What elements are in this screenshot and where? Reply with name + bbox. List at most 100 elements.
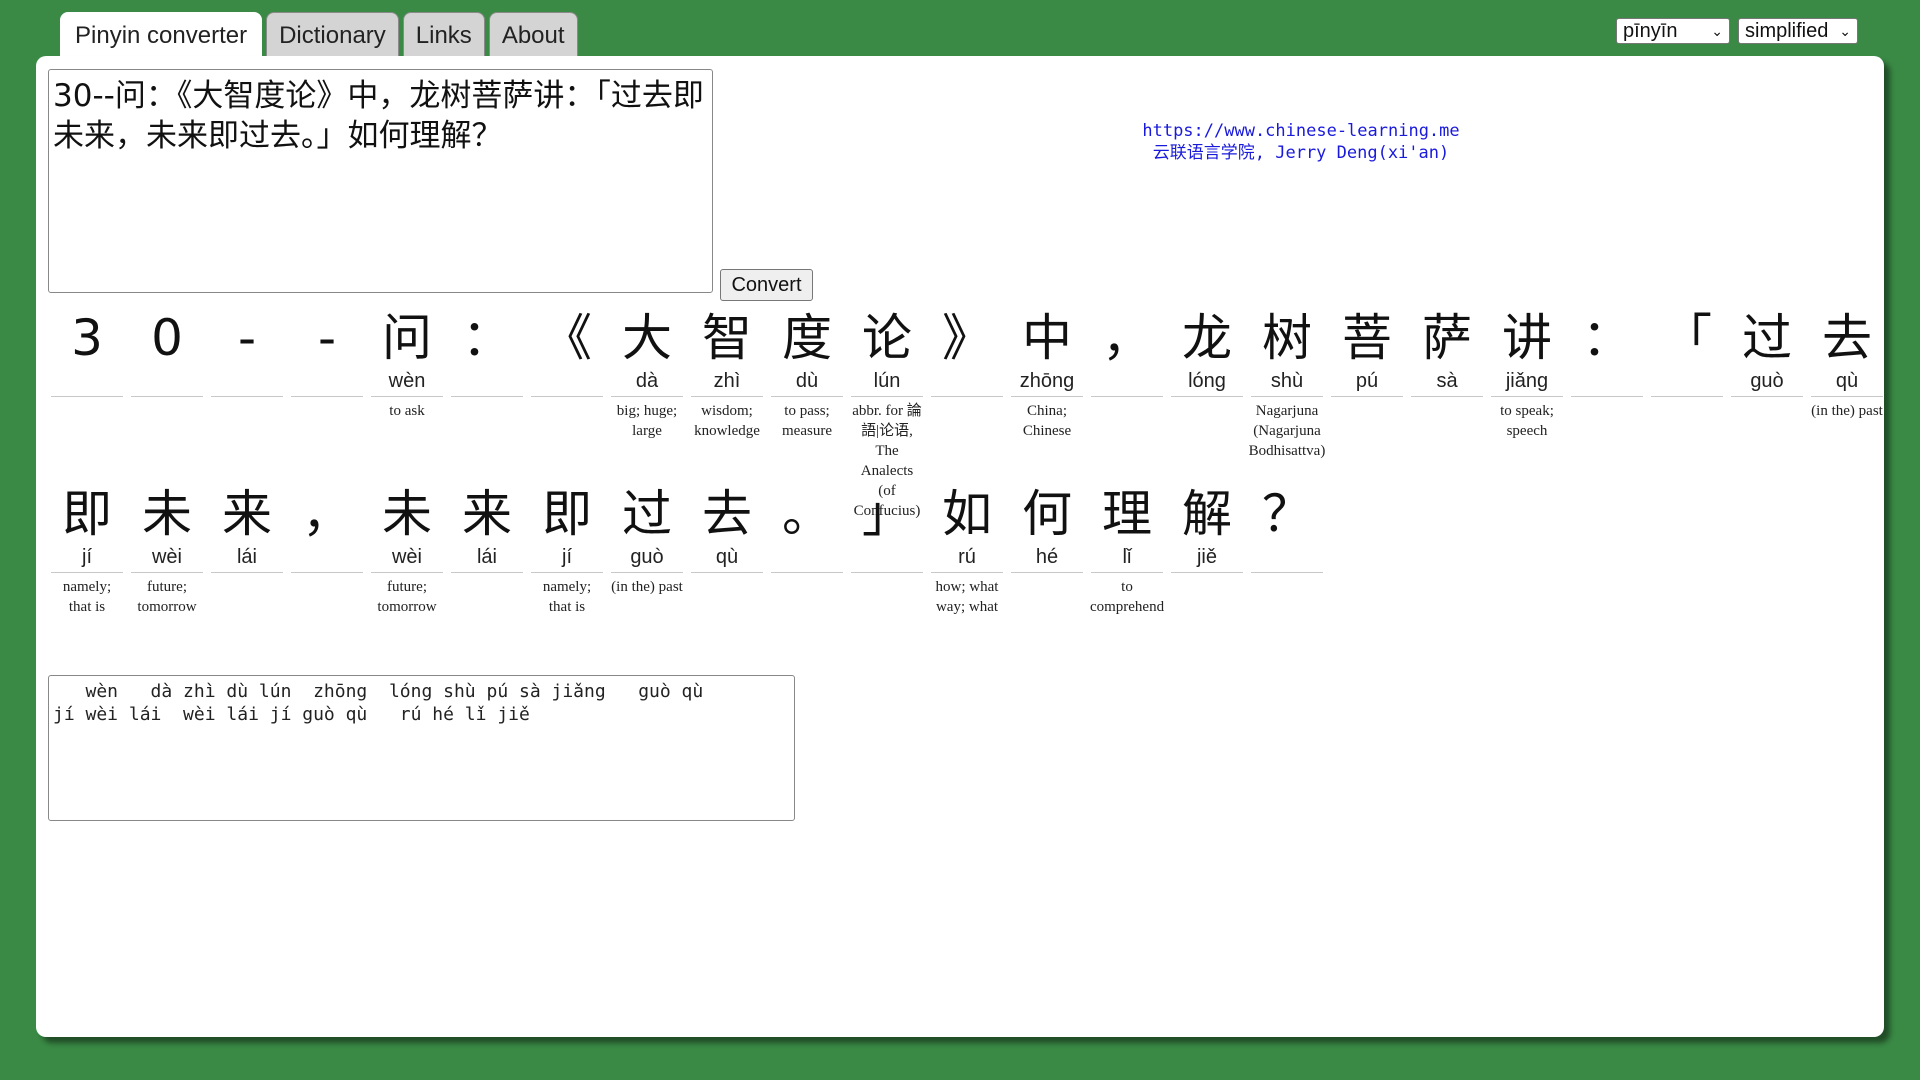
site-url[interactable]: https://www.chinese-learning.me <box>1036 120 1566 142</box>
annotation-row-2: 即 jí namely; that is 未 wèi future; tomorrow 来 l… <box>51 484 1331 617</box>
pinyin: wèn <box>388 370 426 392</box>
hanzi: 如 <box>942 485 992 543</box>
char-cell[interactable]: 何 hé <box>1011 484 1083 617</box>
definition: (in the) past <box>611 579 683 595</box>
divider <box>1171 396 1243 397</box>
pinyin: lái <box>476 546 497 568</box>
divider <box>691 572 763 573</box>
divider <box>931 396 1003 397</box>
divider <box>1411 396 1483 397</box>
char-cell[interactable]: 即 jí namely; that is <box>531 484 603 617</box>
tab-bar: Pinyin converter Dictionary Links About <box>60 12 578 58</box>
script-value: simplified <box>1745 19 1829 42</box>
char-cell[interactable]: 未 wèi future; tomorrow <box>131 484 203 617</box>
divider <box>451 396 523 397</box>
hanzi: 树 <box>1262 309 1312 367</box>
char-cell[interactable]: ， <box>291 484 363 617</box>
site-credit: https://www.chinese-learning.me 云联语言学院, … <box>1036 120 1566 164</box>
char-cell[interactable]: 理 lǐ to comprehend <box>1089 484 1165 617</box>
hanzi: 何 <box>1022 485 1072 543</box>
hanzi: 未 <box>142 485 192 543</box>
pinyin <box>291 544 363 570</box>
definition: to ask <box>389 403 425 419</box>
definition: to pass; measure <box>782 403 832 439</box>
char-cell[interactable]: 讲 jiǎng to speak; speech <box>1491 308 1563 521</box>
char-cell[interactable]: 「 <box>1651 308 1723 521</box>
pinyin: jiǎng <box>1505 370 1549 392</box>
pinyin: hé <box>1035 546 1059 568</box>
chinese-text-input[interactable]: 30--问：《大智度论》中，龙树菩萨讲：「过去即未来，未来即过去。」如何理解？ <box>48 69 713 293</box>
definition: namely; that is <box>62 579 112 615</box>
pinyin <box>851 544 923 570</box>
char-cell[interactable]: 过 guò <box>1731 308 1803 521</box>
tab-pinyin-converter[interactable]: Pinyin converter <box>60 12 263 58</box>
char-cell[interactable]: 过 guò (in the) past <box>611 484 683 617</box>
hanzi: - <box>237 309 257 367</box>
definition: Nagarjuna (Nagarjuna Bodhisattva) <box>1248 403 1326 459</box>
pinyin <box>131 368 203 394</box>
definition: namely; that is <box>542 579 592 615</box>
char-cell[interactable]: 去 qù <box>691 484 763 617</box>
pinyin: guò <box>630 546 664 568</box>
hanzi: 」 <box>862 485 912 543</box>
hanzi: 》 <box>942 309 992 367</box>
divider <box>131 396 203 397</box>
hanzi: 萨 <box>1422 309 1472 367</box>
char-cell[interactable]: 即 jí namely; that is <box>51 484 123 617</box>
definition: to speak; speech <box>1500 403 1554 439</box>
char-cell[interactable]: 」 <box>851 484 923 617</box>
char-cell[interactable]: ？ <box>1251 484 1323 617</box>
definition: to comprehend <box>1089 579 1165 615</box>
hanzi: ： <box>462 309 512 367</box>
hanzi: 0 <box>151 309 183 367</box>
tab-dictionary[interactable]: Dictionary <box>266 12 399 58</box>
tab-about[interactable]: About <box>488 12 578 58</box>
divider <box>531 396 603 397</box>
preferences: pīnyīn ⌄ simplified ⌄ <box>1616 18 1858 44</box>
pinyin-output[interactable]: wèn dà zhì dù lún zhōng lóng shù pú sà j… <box>48 675 795 821</box>
hanzi: 去 <box>1822 309 1872 367</box>
hanzi: 即 <box>62 485 112 543</box>
divider <box>211 396 283 397</box>
convert-button[interactable]: Convert <box>720 269 813 301</box>
pinyin: sà <box>1436 370 1458 392</box>
char-cell[interactable]: 萨 sà <box>1411 308 1483 521</box>
pinyin <box>291 368 363 394</box>
hanzi: 智 <box>702 309 752 367</box>
char-cell[interactable]: 未 wèi future; tomorrow <box>371 484 443 617</box>
divider <box>1091 396 1163 397</box>
hanzi: 龙 <box>1182 309 1232 367</box>
char-cell[interactable]: 来 lái <box>211 484 283 617</box>
hanzi: 去 <box>702 485 752 543</box>
pinyin: zhōng <box>1019 370 1075 392</box>
script-select[interactable]: simplified ⌄ <box>1738 18 1858 44</box>
pinyin: pú <box>1355 370 1379 392</box>
author-credit: 云联语言学院, Jerry Deng(xi'an) <box>1152 143 1450 163</box>
tone-style-select[interactable]: pīnyīn ⌄ <box>1616 18 1730 44</box>
pinyin: shù <box>1270 370 1304 392</box>
chevron-down-icon: ⌄ <box>1711 22 1723 39</box>
char-cell[interactable]: 解 jiě <box>1171 484 1243 617</box>
hanzi: 过 <box>622 485 672 543</box>
char-cell[interactable]: 菩 pú <box>1331 308 1403 521</box>
hanzi: 中 <box>1022 309 1072 367</box>
hanzi: ？ <box>1262 485 1312 543</box>
hanzi: 来 <box>222 485 272 543</box>
char-cell[interactable]: 来 lái <box>451 484 523 617</box>
char-cell[interactable]: 去 qù (in the) past <box>1811 308 1883 521</box>
char-cell[interactable]: ： <box>1571 308 1643 521</box>
pinyin: qù <box>1835 370 1859 392</box>
divider <box>291 396 363 397</box>
hanzi: 《 <box>542 309 592 367</box>
tab-links[interactable]: Links <box>402 12 485 58</box>
char-cell[interactable]: 如 rú how; what way; what <box>931 484 1003 617</box>
pinyin: lǐ <box>1122 546 1132 568</box>
hanzi: ： <box>1582 309 1632 367</box>
pinyin <box>451 368 523 394</box>
hanzi: 。 <box>782 485 832 543</box>
pinyin <box>1091 368 1163 394</box>
hanzi: 大 <box>622 309 672 367</box>
hanzi: 度 <box>782 309 832 367</box>
definition: (in the) past <box>1811 403 1883 419</box>
char-cell[interactable]: 。 <box>771 484 843 617</box>
